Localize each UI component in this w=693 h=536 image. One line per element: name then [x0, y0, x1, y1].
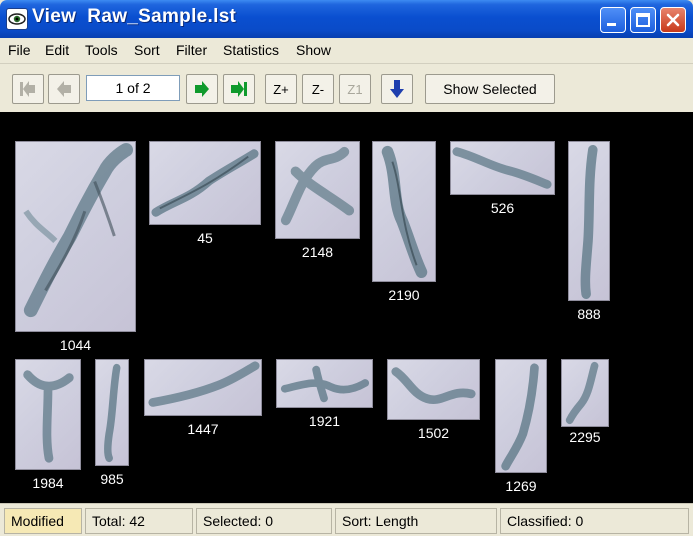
menu-show[interactable]: Show	[296, 42, 331, 58]
particle-label: 45	[197, 230, 213, 246]
particle-label: 526	[490, 200, 515, 216]
particle-image	[95, 359, 129, 466]
particle-image	[372, 141, 436, 282]
app-eye-icon	[6, 8, 28, 30]
menu-sort[interactable]: Sort	[134, 42, 160, 58]
download-button[interactable]	[381, 74, 413, 104]
next-page-button[interactable]	[186, 74, 218, 104]
download-icon	[390, 80, 404, 98]
menu-tools[interactable]: Tools	[85, 42, 118, 58]
zoom-one-label: Z1	[347, 81, 363, 97]
particle-viewer[interactable]: 1044 45 2148 2190 526 888 1984 985 1447 …	[0, 112, 693, 503]
menu-edit[interactable]: Edit	[45, 42, 69, 58]
particle-image	[275, 141, 360, 239]
page-indicator-field[interactable]: 1 of 2	[86, 75, 180, 101]
zoom-one-button[interactable]: Z1	[339, 74, 371, 104]
zoom-in-button[interactable]: Z+	[265, 74, 297, 104]
status-sort: Sort: Length	[335, 508, 497, 534]
menu-file[interactable]: File	[8, 42, 31, 58]
menu-filter[interactable]: Filter	[176, 42, 207, 58]
particle-image	[568, 141, 610, 301]
particle-image	[144, 359, 262, 416]
particle-label: 2295	[569, 429, 601, 445]
window-title: View Raw_Sample.lst	[32, 6, 237, 27]
minimize-button[interactable]	[600, 7, 626, 33]
particle-label: 888	[577, 306, 601, 322]
particle-image	[15, 359, 81, 470]
first-page-icon	[20, 81, 35, 97]
particle-label: 2148	[301, 244, 334, 260]
particle-image	[450, 141, 555, 195]
status-bar: Modified Total: 42 Selected: 0 Sort: Len…	[0, 503, 693, 536]
particle-image	[15, 141, 136, 332]
last-page-button[interactable]	[223, 74, 255, 104]
particle-image	[276, 359, 373, 408]
previous-page-icon	[57, 81, 71, 97]
status-modified: Modified	[4, 508, 82, 534]
particle-image	[561, 359, 609, 427]
particle-label: 1269	[505, 478, 537, 494]
toolbar: 1 of 2 Z+ Z- Z1 Show Selected	[0, 64, 693, 112]
particle-label: 1447	[187, 421, 219, 437]
previous-page-button[interactable]	[48, 74, 80, 104]
particle-label: 2190	[388, 287, 420, 303]
particle-image	[387, 359, 480, 420]
show-selected-button[interactable]: Show Selected	[425, 74, 555, 104]
particle-label: 1921	[308, 413, 341, 429]
zoom-out-button[interactable]: Z-	[302, 74, 334, 104]
status-selected: Selected: 0	[196, 508, 332, 534]
close-button[interactable]	[660, 7, 686, 33]
particle-label: 1502	[417, 425, 450, 441]
particle-image	[149, 141, 261, 225]
status-classified: Classified: 0	[500, 508, 689, 534]
zoom-out-label: Z-	[311, 81, 325, 97]
maximize-button[interactable]	[630, 7, 656, 33]
last-page-icon	[231, 81, 247, 97]
status-total: Total: 42	[85, 508, 193, 534]
title-bar[interactable]: View Raw_Sample.lst	[0, 0, 693, 38]
first-page-button[interactable]	[12, 74, 44, 104]
particle-label: 1044	[59, 337, 92, 353]
menu-bar: File Edit Tools Sort Filter Statistics S…	[0, 38, 693, 64]
particle-label: 985	[100, 471, 124, 487]
next-page-icon	[195, 81, 209, 97]
menu-statistics[interactable]: Statistics	[223, 42, 279, 58]
particle-label: 1984	[32, 475, 64, 491]
zoom-in-label: Z+	[273, 81, 289, 97]
particle-image	[495, 359, 547, 473]
